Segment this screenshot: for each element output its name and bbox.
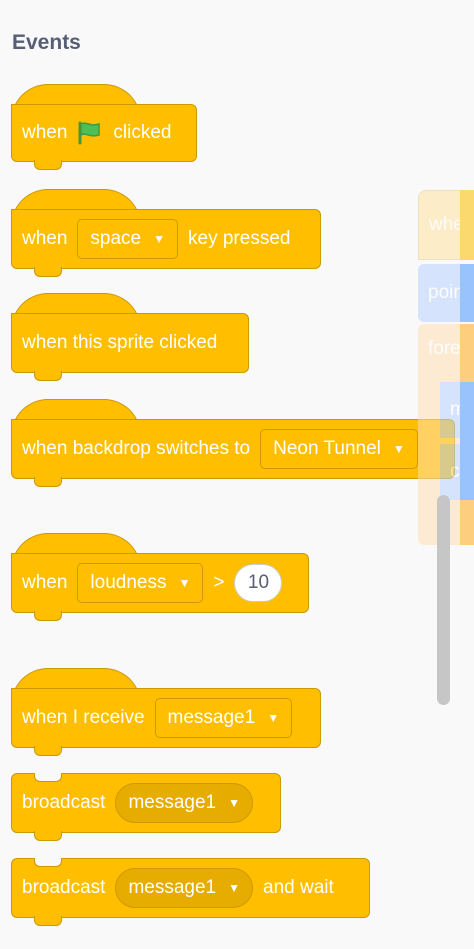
dropdown-value: loudness bbox=[90, 572, 167, 593]
dropdown-value: Neon Tunnel bbox=[273, 438, 381, 459]
block-top-notch bbox=[34, 858, 62, 867]
when-backdrop-switches-block[interactable]: when backdrop switches to Neon Tunnel ▼ bbox=[11, 419, 455, 487]
block-notch bbox=[34, 746, 62, 756]
block-notch bbox=[34, 477, 62, 487]
palette-scrollbar[interactable] bbox=[437, 495, 450, 705]
when-key-pressed-block[interactable]: when space ▼ key pressed bbox=[11, 209, 321, 277]
block-text: broadcast bbox=[22, 792, 106, 813]
block-text: clicked bbox=[113, 122, 172, 143]
block-text: when bbox=[22, 228, 68, 249]
block-text: when bbox=[22, 122, 68, 143]
dropdown-value: message1 bbox=[128, 877, 217, 898]
block-text: when bbox=[22, 572, 68, 593]
block-notch bbox=[34, 916, 62, 926]
block-top-notch bbox=[34, 773, 62, 782]
key-dropdown[interactable]: space ▼ bbox=[77, 219, 179, 259]
workspace-block-edge bbox=[460, 190, 474, 260]
when-i-receive-block[interactable]: when I receive message1 ▼ bbox=[11, 688, 321, 756]
workspace-block-edge bbox=[460, 382, 474, 500]
green-flag-icon bbox=[77, 121, 103, 145]
dropdown-arrow-icon: ▼ bbox=[153, 232, 166, 246]
dropdown-value: space bbox=[90, 228, 142, 249]
dropdown-arrow-icon: ▼ bbox=[178, 576, 191, 590]
block-text: when this sprite clicked bbox=[22, 332, 218, 353]
block-notch bbox=[34, 160, 62, 170]
loudness-value-input[interactable]: 10 bbox=[234, 564, 283, 602]
when-loudness-block[interactable]: when loudness ▼ > 10 bbox=[11, 553, 309, 621]
block-text: when backdrop switches to bbox=[22, 438, 251, 459]
message-dropdown[interactable]: message1 ▼ bbox=[154, 698, 293, 738]
greater-than-operator: > bbox=[213, 572, 225, 593]
message-dropdown[interactable]: message1 ▼ bbox=[115, 868, 254, 908]
block-text: and wait bbox=[263, 877, 334, 898]
when-flag-clicked-block[interactable]: when clicked bbox=[11, 104, 197, 170]
blocks-palette: Events when clicked when space ▼ key pre… bbox=[0, 0, 474, 949]
block-notch bbox=[34, 611, 62, 621]
backdrop-dropdown[interactable]: Neon Tunnel ▼ bbox=[260, 429, 418, 469]
dropdown-value: message1 bbox=[128, 792, 217, 813]
dropdown-value: message1 bbox=[167, 707, 256, 728]
block-text: broadcast bbox=[22, 877, 106, 898]
message-dropdown[interactable]: message1 ▼ bbox=[115, 783, 254, 823]
dropdown-arrow-icon: ▼ bbox=[392, 442, 405, 456]
block-text: when I receive bbox=[22, 707, 145, 728]
block-text: key pressed bbox=[188, 228, 291, 249]
broadcast-block[interactable]: broadcast message1 ▼ bbox=[11, 773, 281, 841]
workspace-peek: when point forev mo c bbox=[418, 190, 474, 545]
block-notch bbox=[34, 267, 62, 277]
dropdown-arrow-icon: ▼ bbox=[228, 796, 241, 810]
workspace-block-text: c bbox=[450, 461, 460, 482]
dropdown-arrow-icon: ▼ bbox=[267, 711, 280, 725]
broadcast-and-wait-block[interactable]: broadcast message1 ▼ and wait bbox=[11, 858, 370, 926]
block-notch bbox=[34, 831, 62, 841]
workspace-block-edge bbox=[460, 264, 474, 322]
sensor-dropdown[interactable]: loudness ▼ bbox=[77, 563, 204, 603]
category-title: Events bbox=[12, 31, 81, 54]
block-notch bbox=[34, 371, 62, 381]
when-sprite-clicked-block[interactable]: when this sprite clicked bbox=[11, 313, 249, 381]
dropdown-arrow-icon: ▼ bbox=[228, 881, 241, 895]
